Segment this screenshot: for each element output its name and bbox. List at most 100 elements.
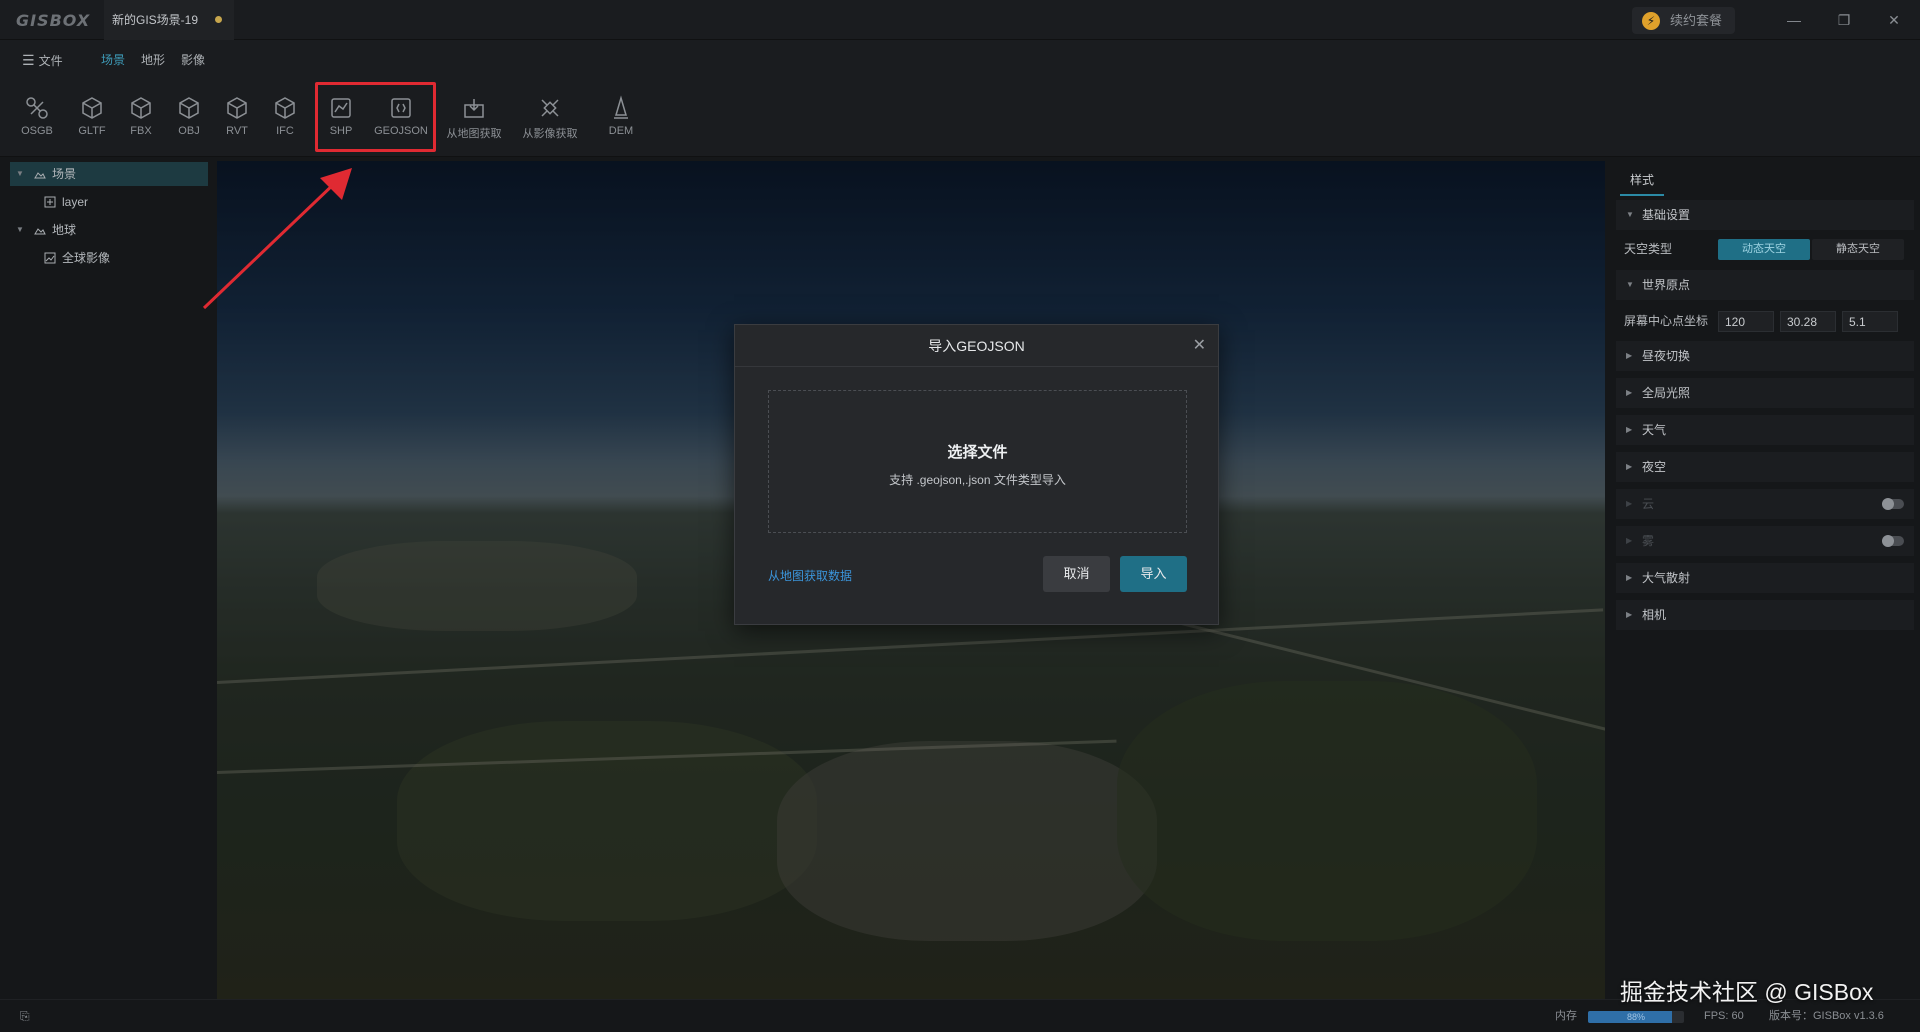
toggle-knob [1882, 535, 1894, 547]
tool-obj[interactable]: OBJ [169, 81, 209, 157]
screen-center-label: 屏幕中心点坐标 [1624, 314, 1709, 328]
tab-scene[interactable]: 场景 [101, 40, 125, 81]
watermark-text: 掘金技术社区 @ GISBox [1620, 979, 1874, 1005]
tool-ifc[interactable]: IFC [265, 81, 305, 157]
lightning-icon: ⚡ [1642, 12, 1660, 30]
section-label: 雾 [1642, 534, 1655, 548]
section-global-light[interactable]: ▶ 全局光照 [1616, 378, 1914, 408]
tool-from-map-label: 从地图获取 [446, 128, 502, 140]
section-label: 世界原点 [1642, 278, 1691, 292]
section-weather[interactable]: ▶ 天气 [1616, 415, 1914, 445]
log-icon[interactable]: ⎘ [20, 1000, 30, 1032]
tool-fbx-label: FBX [130, 125, 152, 137]
map-fetch-icon [464, 99, 484, 118]
memory-bar: 88% [1588, 1011, 1684, 1023]
section-label: 天气 [1642, 423, 1667, 437]
drop-zone-hint: 支持 .geojson,.json 文件类型导入 [889, 473, 1066, 487]
file-drop-zone[interactable]: 选择文件 支持 .geojson,.json 文件类型导入 [768, 390, 1187, 533]
section-night-sky[interactable]: ▶ 夜空 [1616, 452, 1914, 482]
dialog-header: 导入GEOJSON ✕ [735, 325, 1218, 367]
tool-from-imagery[interactable]: 从影像获取 [518, 81, 582, 157]
tool-dem[interactable]: DEM [599, 81, 643, 157]
caret-down-icon: ▼ [16, 225, 24, 234]
tool-gltf[interactable]: GLTF [72, 81, 112, 157]
import-toolbar: OSGB GLTF FBX OBJ RVT IFC SHP GEOJSON 从地… [0, 81, 1920, 157]
close-window-icon[interactable]: ✕ [1880, 8, 1908, 32]
height-input[interactable]: 5.1 [1842, 311, 1898, 332]
file-menu-label: 文件 [38, 54, 63, 68]
tool-osgb[interactable]: OSGB [16, 81, 58, 157]
tool-gltf-label: GLTF [78, 125, 106, 137]
import-geojson-dialog: 导入GEOJSON ✕ 选择文件 支持 .geojson,.json 文件类型导… [734, 324, 1219, 625]
menu-bar: ☰ 文件 场景 地形 影像 [0, 40, 1920, 81]
tool-rvt-label: RVT [226, 125, 248, 137]
section-cloud[interactable]: ▶ 云 [1616, 489, 1914, 519]
annotation-arrow [202, 168, 352, 310]
ifc-cube-icon [275, 97, 295, 119]
section-fog[interactable]: ▶ 雾 [1616, 526, 1914, 556]
restore-icon[interactable]: ❐ [1830, 8, 1858, 32]
sky-static-option[interactable]: 静态天空 [1812, 239, 1904, 260]
tool-obj-label: OBJ [178, 125, 200, 137]
cloud-toggle[interactable] [1882, 498, 1904, 510]
renew-plan-button[interactable]: ⚡ 续约套餐 [1632, 7, 1735, 34]
unsaved-dot-icon [215, 16, 222, 23]
section-atmosphere[interactable]: ▶ 大气散射 [1616, 563, 1914, 593]
scene-tree-panel: ▼ 场景 layer ▼ 地球 全球影像 [0, 158, 216, 998]
tab-imagery[interactable]: 影像 [181, 40, 205, 81]
tree-item-global-imagery[interactable]: 全球影像 [10, 246, 208, 270]
cancel-button[interactable]: 取消 [1043, 556, 1110, 592]
app-logo: GISBOX [16, 11, 91, 30]
document-tab[interactable]: 新的GIS场景-19 [104, 0, 234, 40]
dialog-title: 导入GEOJSON [928, 338, 1025, 354]
imagery-icon [44, 252, 56, 264]
caret-right-icon: ▶ [1626, 610, 1633, 619]
caret-right-icon: ▶ [1626, 425, 1633, 434]
tree-item-label: 全球影像 [62, 251, 111, 265]
section-label: 云 [1642, 497, 1655, 511]
screen-center-row: 屏幕中心点坐标 120 30.28 5.1 [1616, 306, 1914, 336]
tool-from-map[interactable]: 从地图获取 [442, 81, 506, 157]
caret-down-icon: ▼ [1626, 210, 1634, 219]
sky-type-label: 天空类型 [1624, 242, 1673, 256]
fetch-from-map-link[interactable]: 从地图获取数据 [768, 567, 852, 584]
scene-icon [34, 172, 46, 179]
osgb-icon [26, 97, 48, 119]
import-button[interactable]: 导入 [1120, 556, 1187, 592]
tool-dem-label: DEM [608, 125, 634, 137]
hamburger-icon: ☰ [22, 52, 35, 68]
tab-terrain[interactable]: 地形 [141, 40, 165, 81]
fog-toggle[interactable] [1882, 535, 1904, 547]
gltf-cube-icon [82, 97, 102, 119]
title-bar: GISBOX 新的GIS场景-19 ⚡ 续约套餐 — ❐ ✕ [0, 0, 1920, 40]
tree-item-label: layer [62, 195, 89, 209]
toggle-knob [1882, 498, 1894, 510]
tool-osgb-label: OSGB [21, 125, 53, 137]
layer-icon [44, 196, 56, 208]
fbx-cube-icon [131, 97, 151, 119]
section-label: 全局光照 [1642, 386, 1691, 400]
file-menu[interactable]: ☰ 文件 [22, 40, 63, 81]
tab-style[interactable]: 样式 [1620, 168, 1664, 196]
tree-item-scene[interactable]: ▼ 场景 [10, 162, 208, 186]
section-basic-settings[interactable]: ▼ 基础设置 [1616, 200, 1914, 230]
tool-fbx[interactable]: FBX [121, 81, 161, 157]
tree-item-layer[interactable]: layer [10, 190, 208, 214]
tool-from-imagery-label: 从影像获取 [522, 128, 578, 140]
close-icon[interactable]: ✕ [1193, 325, 1206, 367]
tree-item-earth[interactable]: ▼ 地球 [10, 218, 208, 242]
tool-ifc-label: IFC [276, 125, 294, 137]
document-tab-label: 新的GIS场景-19 [112, 13, 199, 27]
tree-item-label: 地球 [52, 223, 77, 237]
longitude-input[interactable]: 120 [1718, 311, 1774, 332]
latitude-input[interactable]: 30.28 [1780, 311, 1836, 332]
sky-dynamic-option[interactable]: 动态天空 [1718, 239, 1810, 260]
tool-rvt[interactable]: RVT [217, 81, 257, 157]
section-label: 夜空 [1642, 460, 1667, 474]
section-day-night[interactable]: ▶ 昼夜切换 [1616, 341, 1914, 371]
section-world-origin[interactable]: ▼ 世界原点 [1616, 270, 1914, 300]
section-camera[interactable]: ▶ 相机 [1616, 600, 1914, 630]
minimize-icon[interactable]: — [1780, 8, 1808, 32]
caret-down-icon: ▼ [16, 169, 24, 178]
sky-type-row: 天空类型 动态天空 静态天空 [1616, 234, 1914, 264]
